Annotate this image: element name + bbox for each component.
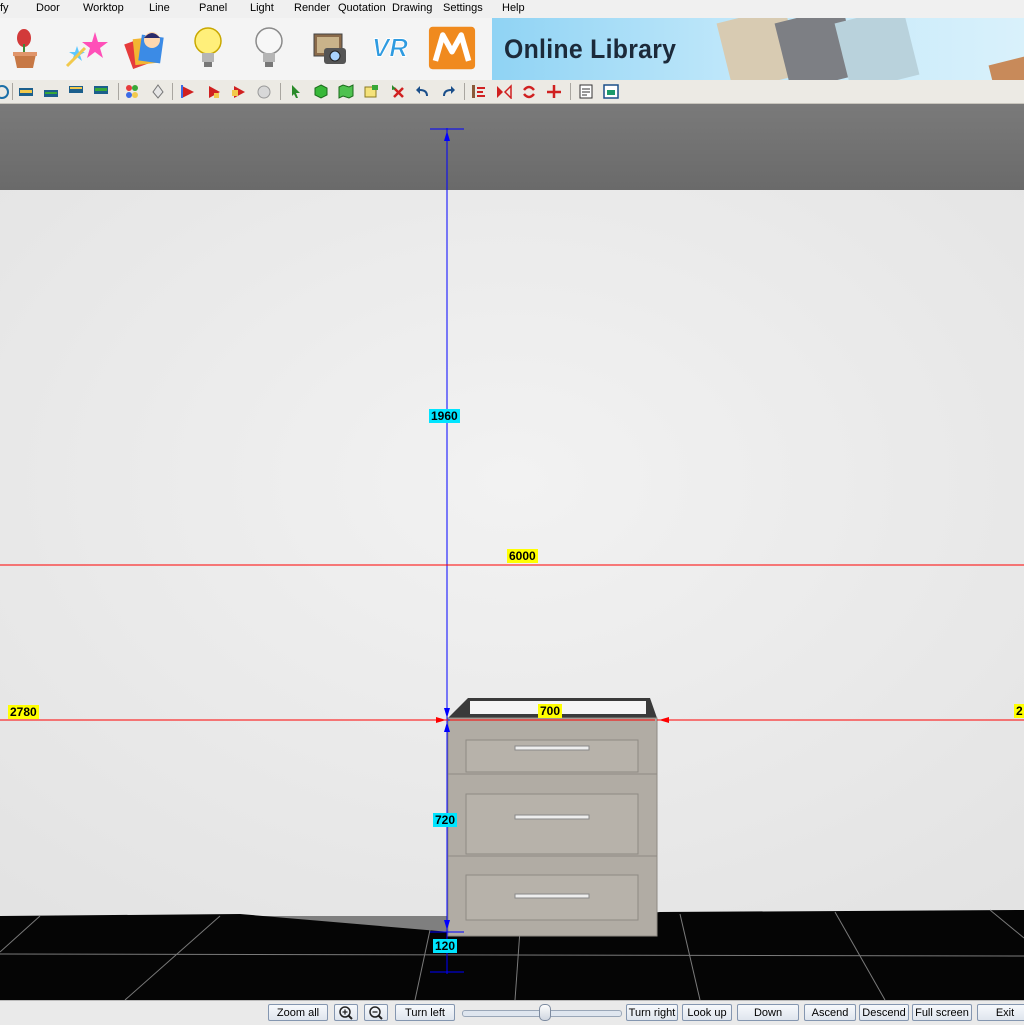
drawer-handle-middle[interactable] [514,814,590,820]
toolbar-separator [280,83,281,100]
mirror-icon[interactable] [496,84,512,99]
toolbar-separator [464,83,465,100]
menu-panel[interactable]: Panel [199,2,227,15]
vr-icon[interactable]: VR [366,24,414,72]
zoom-out-button[interactable] [364,1004,388,1021]
menu-drawing[interactable]: Drawing [392,2,432,15]
cabinet-top-icon[interactable] [93,84,109,99]
3d-viewport[interactable]: 1960 6000 2780 2 700 720 120 [0,104,1024,1000]
menu-line[interactable]: Line [149,2,170,15]
toolbar-separator [570,83,571,100]
photo-camera-icon[interactable] [306,24,354,72]
ascend-button[interactable]: Ascend [804,1004,856,1021]
toolbar-separator [172,83,173,100]
pen-icon[interactable] [150,84,166,99]
menu-worktop[interactable]: Worktop [83,2,124,15]
cabinet-wall-icon[interactable] [68,84,84,99]
menu-bar: fy Door Worktop Line Panel Light Render … [0,0,1024,18]
dimension-label-6000: 6000 [507,549,538,563]
flag-play-icon[interactable] [206,84,222,99]
drawer-front-top[interactable] [465,739,639,773]
turn-right-button[interactable]: Turn right [626,1004,678,1021]
flag-red-icon[interactable] [180,84,196,99]
menu-modify[interactable]: fy [0,2,9,15]
dimension-label-1960: 1960 [429,409,460,423]
zoom-in-icon [339,1006,353,1020]
menu-help[interactable]: Help [502,2,525,15]
toolbar-separator [118,83,119,100]
delete-x-icon[interactable] [390,84,406,99]
turn-left-button[interactable]: Turn left [395,1004,455,1021]
menu-render[interactable]: Render [294,2,330,15]
fireworks-stars-icon[interactable] [64,24,112,72]
tile-sample-wood [988,48,1024,80]
toolbar-separator [12,83,13,100]
cabinet-base-icon[interactable] [18,84,34,99]
dimension-label-120: 120 [433,939,458,953]
drawer-handle-bottom[interactable] [514,893,590,899]
secondary-toolbar [0,80,1024,104]
m-logo-icon[interactable] [428,24,476,72]
view-control-bar: Zoom all Turn left Turn right Look up Do… [0,1000,1024,1025]
online-library-banner[interactable]: Online Library [492,18,1024,80]
menu-settings[interactable]: Settings [443,2,483,15]
dimension-label-720: 720 [433,813,458,827]
descend-button[interactable]: Descend [859,1004,909,1021]
zoom-out-icon [369,1006,383,1020]
undo-icon[interactable] [415,84,431,99]
exit-button[interactable]: Exit [977,1004,1024,1021]
main-toolbar: VR [0,18,492,80]
zoom-all-button[interactable]: Zoom all [268,1004,328,1021]
color-swatches-icon[interactable] [122,24,170,72]
look-up-button[interactable]: Look up [682,1004,732,1021]
menu-quotation[interactable]: Quotation [338,2,386,15]
redo-icon[interactable] [440,84,456,99]
base-cabinet[interactable] [447,698,658,937]
light-bulb-off-icon[interactable] [245,24,293,72]
report-icon[interactable] [578,84,594,99]
drawer-handle-top[interactable] [514,745,590,751]
menu-light[interactable]: Light [250,2,274,15]
cabinet-low-icon[interactable] [43,84,59,99]
select-box-icon[interactable] [363,84,379,99]
light-bulb-on-icon[interactable] [184,24,232,72]
rotate-icon[interactable] [521,84,537,99]
cube-green-icon[interactable] [313,84,329,99]
map-icon[interactable] [338,84,354,99]
move-icon[interactable] [546,84,562,99]
down-button[interactable]: Down [737,1004,799,1021]
full-screen-button[interactable]: Full screen [912,1004,972,1021]
online-library-title: Online Library [504,34,677,64]
rotation-slider-thumb[interactable] [539,1004,551,1021]
drawer-front-middle[interactable] [465,793,639,855]
screenshot-icon[interactable] [603,84,619,99]
ceiling [0,104,1024,190]
align-icon[interactable] [471,84,487,99]
rotate-view-icon[interactable] [0,84,10,99]
zoom-in-button[interactable] [334,1004,358,1021]
pointer-icon[interactable] [288,84,304,99]
svg-text:VR: VR [372,34,408,62]
tile-sample-marble [834,18,920,80]
dimension-label-right-offset: 2 [1014,704,1024,718]
palette-icon[interactable] [124,84,140,99]
dimension-label-700: 700 [538,704,563,718]
flag-yellow-icon[interactable] [231,84,247,99]
plant-pot-icon[interactable] [2,24,50,72]
circle-gray-icon[interactable] [256,84,272,99]
menu-door[interactable]: Door [36,2,60,15]
dimension-label-2780: 2780 [8,705,39,719]
